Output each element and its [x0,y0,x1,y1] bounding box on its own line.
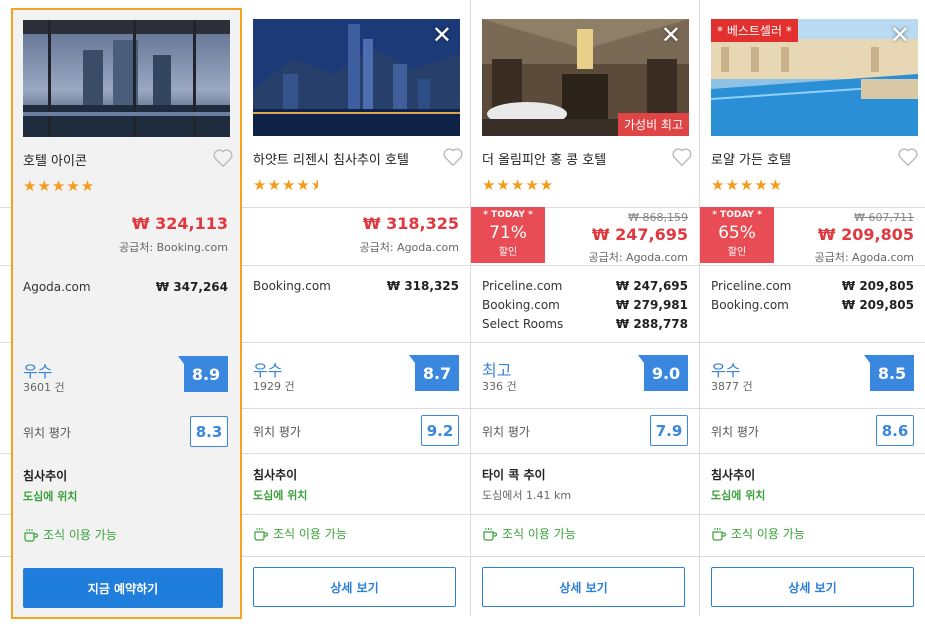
best-price[interactable]: ₩ 318,325 [363,214,459,233]
location-score-badge: 8.6 [876,415,914,446]
bestseller-badge: * 베스트셀러 * [711,19,798,42]
location-label: 위치 평가 [253,425,301,439]
breakfast-info: 조식 이용 가능 [711,525,805,542]
hotel-photo[interactable] [23,20,230,137]
star-rating: ★★★★★ [482,176,555,194]
location-score-badge: 8.3 [190,416,228,447]
price-supplier: 공급처: Agoda.com [359,241,459,254]
best-price[interactable]: ₩ 247,695 [592,225,688,244]
score-badge: 9.0 [638,355,688,391]
offer-row[interactable]: Agoda.com ₩ 347,264 [23,278,228,297]
offer-row[interactable]: Select Rooms ₩ 288,778 [482,315,688,334]
location-label: 위치 평가 [482,425,530,439]
best-price[interactable]: ₩ 209,805 [818,225,914,244]
hotel-name[interactable]: 호텔 아이콘 [23,150,87,169]
view-details-button[interactable]: 상세 보기 [711,567,914,607]
coffee-cup-icon [254,527,269,541]
hotel-card-olympian: ✕ 가성비 최고 더 올림피안 홍 콩 호텔 ★★★★★ * TODAY * 7… [471,0,700,616]
location-label: 위치 평가 [23,426,71,440]
area-name: 침사추이 [253,468,298,482]
breakfast-info: 조식 이용 가능 [253,525,347,542]
offer-list: Agoda.com ₩ 347,264 [23,278,228,297]
today-deal-badge: * TODAY * 71% 할인 [471,207,545,263]
best-price[interactable]: ₩ 324,113 [132,214,228,233]
breakfast-info: 조식 이용 가능 [23,526,117,543]
score-badge: 8.5 [864,355,914,391]
area-name: 침사추이 [711,468,756,482]
area-distance: 도심에 위치 [23,490,78,503]
close-icon[interactable]: ✕ [432,23,452,47]
area-name: 침사추이 [23,469,68,483]
view-details-button[interactable]: 상세 보기 [253,567,456,607]
offer-row[interactable]: Booking.com ₩ 209,805 [711,296,914,315]
close-icon[interactable]: ✕ [890,23,910,47]
heart-icon[interactable] [897,146,919,168]
area-distance: 도심에 위치 [253,489,308,502]
heart-icon[interactable] [442,146,464,168]
hotel-name[interactable]: 로얄 가든 호텔 [711,149,791,168]
coffee-cup-icon [712,527,727,541]
review-count: 3877 건 [711,380,753,393]
review-count: 1929 건 [253,380,295,393]
location-score-badge: 7.9 [650,415,688,446]
location-score-badge: 9.2 [421,415,459,446]
star-rating: ★★★★★ [253,176,318,194]
star-rating: ★★★★★ [711,176,784,194]
review-count: 3601 건 [23,381,65,394]
hotel-photo[interactable]: ✕ [253,19,460,136]
hotel-name[interactable]: 더 올림피안 홍 콩 호텔 [482,149,606,168]
offer-row[interactable]: Booking.com ₩ 318,325 [253,277,459,296]
offer-row[interactable]: Priceline.com ₩ 247,695 [482,277,688,296]
original-price: ₩ 607,711 [854,211,914,224]
area-name: 타이 콕 추이 [482,468,546,482]
offer-row[interactable]: Booking.com ₩ 279,981 [482,296,688,315]
value-badge: 가성비 최고 [617,113,689,136]
breakfast-info: 조식 이용 가능 [482,525,576,542]
hotel-name[interactable]: 하얏트 리젠시 침사추이 호텔 [253,149,409,168]
close-icon[interactable]: ✕ [661,23,681,47]
area-distance: 도심에서 1.41 km [482,489,572,502]
score-badge: 8.7 [409,355,459,391]
offer-list: Booking.com ₩ 318,325 [253,277,459,296]
price-supplier: 공급처: Agoda.com [588,251,688,264]
book-now-button[interactable]: 지금 예약하기 [23,568,223,608]
original-price: ₩ 868,159 [628,211,688,224]
view-details-button[interactable]: 상세 보기 [482,567,685,607]
heart-icon[interactable] [212,147,234,169]
hotel-card-royal-garden: ✕ * 베스트셀러 * 로얄 가든 호텔 ★★★★★ * TODAY * 65%… [700,0,925,616]
hotel-card-hotel-icon: 호텔 아이콘 ★★★★★ ₩ 324,113 공급처: Booking.com … [11,8,242,619]
today-deal-badge: * TODAY * 65% 할인 [700,207,774,263]
review-count: 336 건 [482,380,517,393]
heart-icon[interactable] [671,146,693,168]
star-rating: ★★★★★ [23,177,96,195]
hotel-photo[interactable]: ✕ * 베스트셀러 * [711,19,918,136]
coffee-cup-icon [24,528,39,542]
price-supplier: 공급처: Agoda.com [814,251,914,264]
score-badge: 8.9 [178,356,228,392]
offer-list: Priceline.com ₩ 247,695 Booking.com ₩ 279,… [482,277,688,334]
hotel-card-hyatt: ✕ 하얏트 리젠시 침사추이 호텔 ★★★★★ ₩ 318,325 공급처: A… [242,0,471,616]
location-label: 위치 평가 [711,425,759,439]
offer-row[interactable]: Priceline.com ₩ 209,805 [711,277,914,296]
price-supplier: 공급처: Booking.com [119,241,228,254]
offer-list: Priceline.com ₩ 209,805 Booking.com ₩ 209,… [711,277,914,315]
area-distance: 도심에 위치 [711,489,766,502]
coffee-cup-icon [483,527,498,541]
hotel-photo[interactable]: ✕ 가성비 최고 [482,19,689,136]
